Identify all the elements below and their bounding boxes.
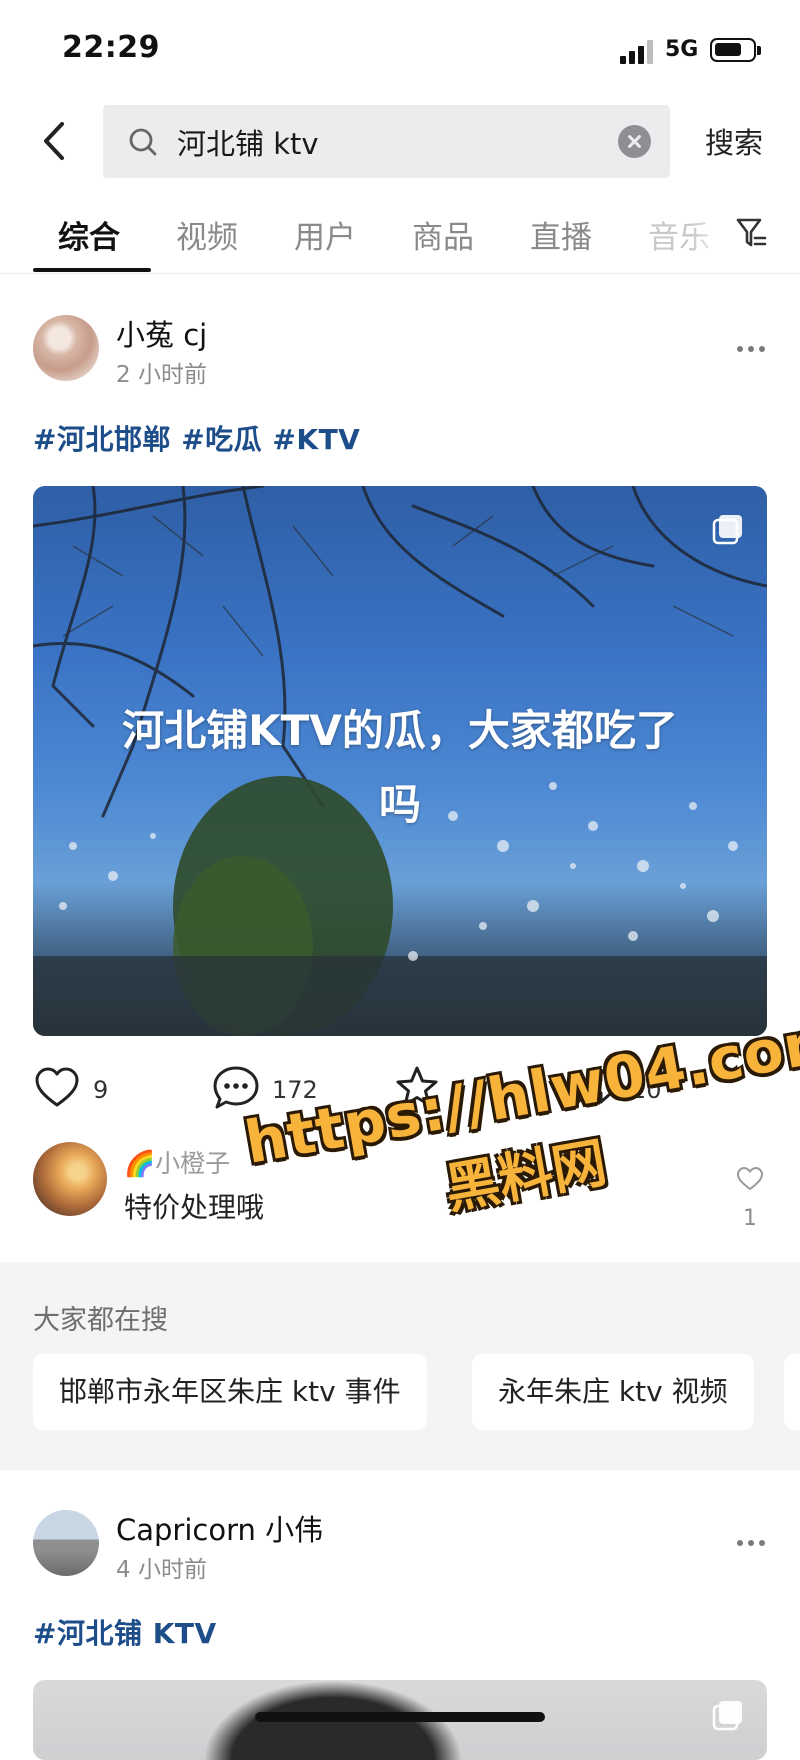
trending-searches: 大家都在搜 邯郸市永年区朱庄 ktv 事件 永年朱庄 ktv 视频 [0,1262,800,1470]
share-icon [573,1068,621,1108]
post-time: 2 小时前 [116,362,207,388]
clear-icon[interactable] [618,125,651,158]
tab-video[interactable]: 视频 [176,212,238,257]
trending-chip[interactable]: 永年朱庄 ktv 视频 [472,1354,754,1430]
image-caption: 河北铺KTV的瓜，大家都吃了 吗 [33,694,767,842]
search-icon [129,128,157,156]
tab-live[interactable]: 直播 [530,212,592,257]
battery-icon [710,38,761,62]
search-input[interactable]: 河北铺 ktv [103,105,670,178]
status-time: 22:29 [62,30,160,65]
trending-title: 大家都在搜 [33,1305,168,1336]
avatar[interactable] [33,1510,99,1576]
heart-icon [35,1067,79,1107]
watermark: https://hlw04.com 黑料网 [240,1005,800,1257]
post-hashtags[interactable]: #河北铺 KTV [33,1612,217,1652]
image-caption-line1: 河北铺KTV的瓜，大家都吃了 [122,706,678,755]
tab-products[interactable]: 商品 [412,212,474,257]
more-icon[interactable] [737,1540,767,1548]
star-icon [396,1066,438,1107]
search-query: 河北铺 ktv [177,127,319,161]
share-count: 20 [631,1076,662,1104]
post-author[interactable]: 小菟 cj [116,312,207,354]
tab-fade [690,200,730,268]
active-tab-indicator [33,268,151,272]
tab-bar: 综合 视频 用户 商品 直播 音乐 [0,200,800,274]
like-button[interactable]: 9 [33,1064,123,1114]
filter-icon[interactable] [735,216,767,250]
image-caption-line2: 吗 [378,780,421,829]
post-hashtags[interactable]: #河北邯郸 #吃瓜 #KTV [33,418,360,458]
favorite-button[interactable]: 1 [392,1064,472,1114]
comment-icon [213,1066,259,1109]
signal-icon [620,40,656,64]
search-button[interactable]: 搜索 [705,120,763,162]
comment-text: 特价处理哦 [124,1191,265,1224]
post-time: 4 小时前 [116,1557,207,1583]
tab-comprehensive[interactable]: 综合 [58,212,120,257]
share-button[interactable]: 20 [571,1064,671,1114]
post-author[interactable]: Capricorn 小伟 [116,1507,323,1549]
like-count: 9 [93,1076,109,1104]
trending-chip[interactable]: 邯郸市永年区朱庄 ktv 事件 [33,1354,427,1430]
trending-chip-partial[interactable] [784,1354,800,1430]
back-arrow-icon[interactable] [36,118,76,164]
tab-users[interactable]: 用户 [294,212,356,257]
multi-image-icon [712,515,742,545]
comment-heart-icon[interactable] [736,1166,764,1192]
comment-like-count: 1 [743,1206,757,1231]
comment-count: 172 [272,1076,318,1104]
avatar[interactable] [33,315,99,381]
favorite-count: 1 [450,1076,466,1104]
network-type: 5G [665,37,699,62]
multi-image-icon [712,1701,742,1731]
comment-username[interactable]: 🌈小橙子 [124,1144,230,1180]
post-action-bar: 9 172 1 20 [0,1060,800,1120]
home-indicator [255,1712,545,1722]
post-image[interactable]: 河北铺KTV的瓜，大家都吃了 吗 [33,486,767,1036]
status-bar: 22:29 5G [0,0,800,100]
comment-button[interactable]: 172 [211,1064,321,1114]
comment-avatar[interactable] [33,1142,107,1216]
more-icon[interactable] [737,346,767,354]
